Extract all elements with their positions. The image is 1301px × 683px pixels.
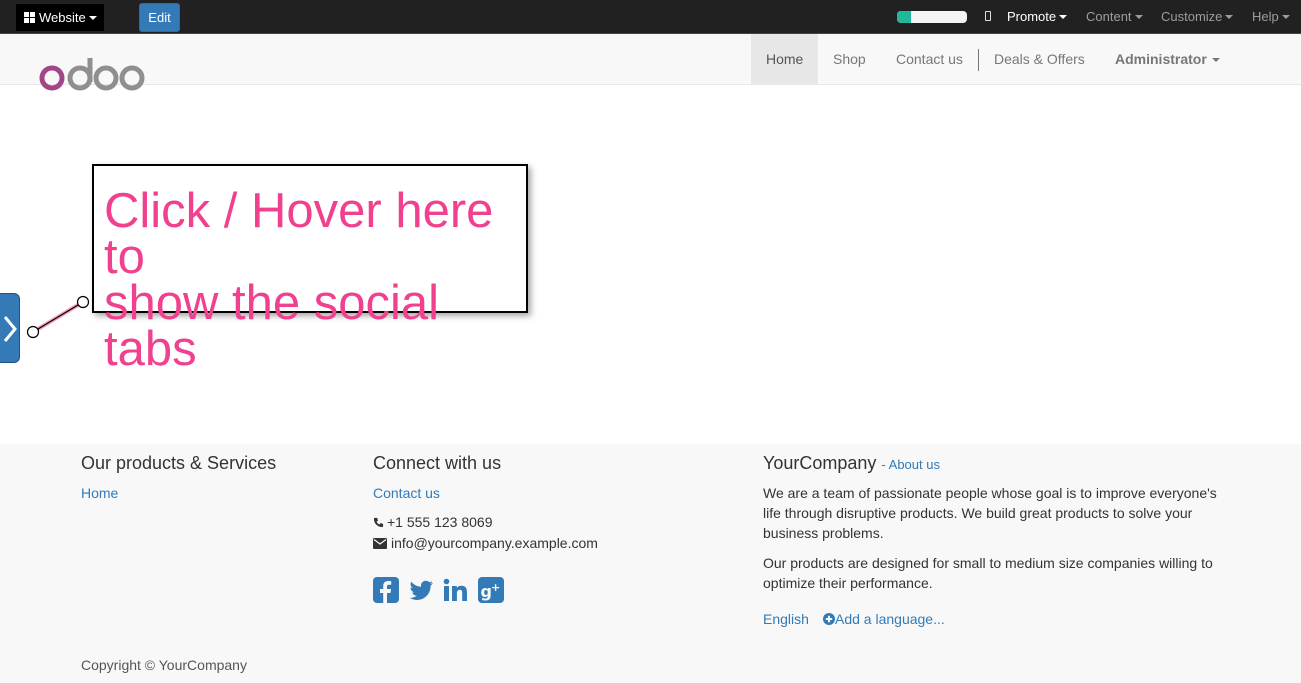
social-tabs-toggle[interactable] xyxy=(0,293,20,363)
customize-menu-label: Customize xyxy=(1161,9,1223,24)
google-plus-icon[interactable]: g + xyxy=(478,577,504,603)
phone-line: +1 555 123 8069 xyxy=(373,512,493,532)
company-description-2: Our products are designed for small to m… xyxy=(763,555,1213,591)
odoo-logo[interactable] xyxy=(39,56,147,97)
nav-administrator-label: Administrator xyxy=(1115,51,1207,67)
promote-menu[interactable]: Promote xyxy=(1007,0,1068,34)
mobile-preview-icon[interactable] xyxy=(985,11,991,21)
tour-tooltip: Click / Hover here to show the social ta… xyxy=(92,164,528,374)
progress-fill xyxy=(897,11,911,23)
phone-icon xyxy=(373,517,384,528)
plus-circle-icon xyxy=(823,613,835,625)
caret-down-icon xyxy=(1225,15,1234,19)
tour-tooltip-line1: Click / Hover here to xyxy=(104,184,494,284)
website-menu-label: Website xyxy=(39,10,86,25)
email-address: info@yourcompany.example.com xyxy=(391,535,598,551)
content-menu[interactable]: Content xyxy=(1086,0,1143,34)
nav-home[interactable]: Home xyxy=(751,34,818,84)
envelope-icon xyxy=(373,538,387,549)
company-description-1: We are a team of passionate people whose… xyxy=(763,485,1217,541)
svg-text:+: + xyxy=(491,581,500,594)
footer-contact-link[interactable]: Contact us xyxy=(373,485,440,501)
footer-home-link[interactable]: Home xyxy=(81,485,118,501)
nav-shop[interactable]: Shop xyxy=(818,34,881,84)
tour-tooltip-line2: show the social tabs xyxy=(104,276,440,376)
apps-grid-icon xyxy=(24,12,35,23)
customize-menu[interactable]: Customize xyxy=(1161,0,1234,34)
nav-administrator[interactable]: Administrator xyxy=(1100,34,1235,84)
company-heading: YourCompany - About us xyxy=(763,453,940,474)
email-line: info@yourcompany.example.com xyxy=(373,533,598,553)
language-english-link[interactable]: English xyxy=(763,611,809,627)
site-header: Home Shop Contact us Deals & Offers Admi… xyxy=(0,34,1301,91)
company-name: YourCompany xyxy=(763,453,877,473)
caret-down-icon xyxy=(1281,15,1290,19)
phone-number: +1 555 123 8069 xyxy=(387,514,493,530)
caret-down-icon xyxy=(88,16,97,20)
add-language-link[interactable]: Add a language... xyxy=(823,611,945,627)
help-menu-label: Help xyxy=(1252,9,1279,24)
connect-heading: Connect with us xyxy=(373,453,502,473)
products-heading: Our products & Services xyxy=(81,453,277,473)
copyright-text: Copyright © YourCompany xyxy=(81,657,247,673)
content-menu-label: Content xyxy=(1086,9,1132,24)
site-footer: Our products & Services Home Connect wit… xyxy=(0,444,1301,683)
about-us-link[interactable]: - About us xyxy=(881,457,940,472)
chevron-right-icon xyxy=(3,316,17,342)
twitter-icon[interactable] xyxy=(408,577,434,603)
nav-deals-offers[interactable]: Deals & Offers xyxy=(979,34,1100,84)
help-menu[interactable]: Help xyxy=(1252,0,1290,34)
website-menu-button[interactable]: Website xyxy=(16,4,104,31)
nav-contact-us[interactable]: Contact us xyxy=(881,34,978,84)
caret-down-icon xyxy=(1059,15,1068,19)
add-language-label: Add a language... xyxy=(835,611,945,627)
caret-down-icon xyxy=(1134,15,1143,19)
odoo-logo-icon xyxy=(39,58,145,91)
edit-button[interactable]: Edit xyxy=(139,3,180,32)
linkedin-icon[interactable] xyxy=(443,577,469,603)
admin-bar: Website Edit Promote Content Customize H… xyxy=(0,0,1301,34)
caret-down-icon xyxy=(1211,58,1220,62)
facebook-icon[interactable] xyxy=(373,577,399,603)
promote-menu-label: Promote xyxy=(1007,9,1057,24)
onboarding-progress-bar[interactable] xyxy=(897,11,967,23)
